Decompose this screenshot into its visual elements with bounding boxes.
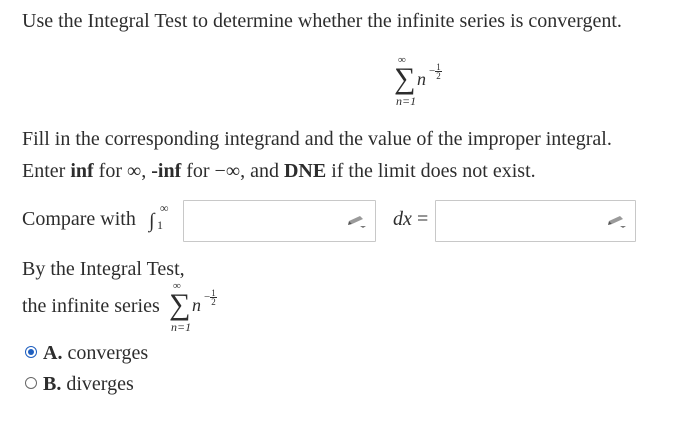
instr-text-a: Enter — [22, 160, 71, 182]
series-lower-limit: n=1 — [171, 320, 192, 334]
pencil-icon[interactable] — [607, 214, 627, 228]
equals-sign: = — [417, 208, 429, 230]
instr-text-d: if the limit does not exist. — [326, 160, 536, 182]
inf-keyword: inf — [70, 160, 94, 182]
exponent-denominator: 2 — [211, 297, 216, 307]
radio-button-b[interactable] — [25, 377, 37, 389]
integral-upper-limit: ∞ — [160, 201, 169, 215]
option-a-label: A. converges — [43, 342, 148, 365]
integral-lower-limit: 1 — [157, 218, 163, 232]
exponent-fraction: 12 — [435, 63, 442, 81]
option-a-letter: A. — [43, 342, 63, 364]
series-exponent: −1 2 — [204, 289, 217, 307]
option-b-text: diverges — [61, 373, 134, 395]
integrand-input[interactable] — [183, 200, 376, 242]
series-term: n — [417, 69, 426, 89]
instructions-line2: Enter inf for ∞, -inf for −∞, and DNE if… — [22, 160, 536, 183]
conclusion-line2: the infinite series — [22, 295, 160, 317]
option-a[interactable]: A. converges — [25, 342, 225, 364]
sigma-symbol: ∑ — [169, 288, 191, 321]
series-term: n — [192, 295, 201, 315]
series-display-conclusion: ∞ ∑ n=1 n −1 2 — [163, 280, 243, 340]
instr-text-c: for −∞, and — [181, 160, 284, 182]
integral-expression: ∫ ∞ 1 — [145, 201, 185, 237]
integral-value-input[interactable] — [435, 200, 636, 242]
option-b-letter: B. — [43, 373, 62, 395]
instructions-line1: Fill in the corresponding integrand and … — [22, 128, 612, 150]
series-display: ∞ ∑ n=1 n −1 2 — [388, 54, 468, 114]
integral-sign: ∫ — [149, 210, 155, 232]
option-b[interactable]: B. diverges — [25, 373, 225, 395]
exponent-fraction: 12 — [210, 289, 217, 307]
conclusion-line1: By the Integral Test, — [22, 258, 185, 280]
compare-label: Compare with — [22, 208, 136, 230]
dx-label: dx — [393, 208, 412, 230]
series-lower-limit: n=1 — [396, 94, 417, 108]
exponent-denominator: 2 — [436, 71, 441, 81]
option-b-label: B. diverges — [43, 373, 134, 396]
pencil-icon[interactable] — [347, 214, 367, 228]
series-exponent: −1 2 — [429, 63, 442, 81]
dne-keyword: DNE — [283, 160, 327, 182]
radio-button-a[interactable] — [25, 346, 37, 358]
option-a-text: converges — [62, 342, 149, 364]
sigma-symbol: ∑ — [394, 62, 416, 95]
neg-inf-keyword: -inf — [151, 160, 182, 182]
question-prompt: Use the Integral Test to determine wheth… — [22, 10, 622, 32]
instr-text-b: for ∞, — [93, 160, 152, 182]
